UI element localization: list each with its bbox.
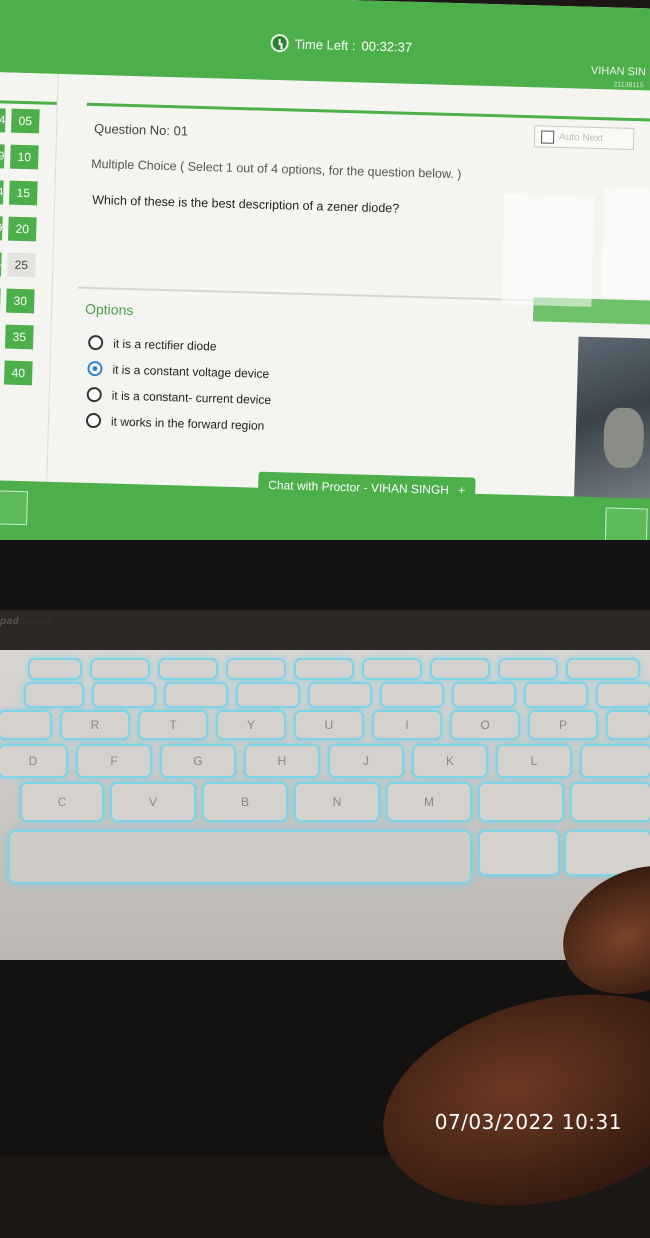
key-b: B (204, 784, 286, 820)
question-button-20[interactable]: 20 (8, 216, 37, 242)
key-n: N (296, 784, 378, 820)
question-palette (0, 71, 59, 494)
brand-sub: GAMING (19, 619, 51, 626)
key-d: D (0, 746, 66, 776)
option-label: it is a rectifier diode (112, 336, 217, 353)
laptop-screen: Time Left : 00:32:37 VIHAN SIN 21138115 … (0, 0, 650, 579)
question-type: Multiple Choice ( Select 1 out of 4 opti… (90, 156, 462, 182)
previous-button[interactable] (0, 490, 29, 526)
question-button-30[interactable]: 30 (5, 288, 35, 314)
key-r: R (62, 712, 128, 738)
brand-name: pad (0, 616, 20, 627)
timer-label: Time Left : (294, 36, 356, 53)
key-k: K (414, 746, 486, 776)
key-m: M (388, 784, 470, 820)
key-function (228, 660, 284, 678)
question-button-40[interactable]: 40 (3, 360, 33, 386)
key-t: T (140, 712, 206, 738)
key-c: C (22, 784, 102, 820)
key-h: H (246, 746, 318, 776)
plus-icon: + (458, 483, 466, 498)
clock-icon (270, 33, 289, 53)
key-function (364, 660, 420, 678)
key-q (0, 712, 50, 738)
webcam-person (602, 407, 645, 469)
key-function (92, 660, 148, 678)
key-g: G (162, 746, 234, 776)
key-number (598, 684, 650, 706)
key-y: Y (218, 712, 284, 738)
question-button-15[interactable]: 15 (9, 180, 38, 206)
timer-value: 00:32:37 (361, 37, 413, 55)
question-number: Question No: 01 (93, 120, 189, 139)
photo-timestamp: 07/03/2022 10:31 (434, 1110, 622, 1134)
key-number (166, 684, 226, 706)
question-button-10[interactable]: 10 (10, 144, 39, 170)
option-label: it works in the forward region (110, 414, 265, 433)
question-button-35[interactable]: 35 (4, 324, 34, 350)
options-title: Options (84, 300, 134, 319)
user-name: VIHAN SIN (590, 64, 647, 79)
key-function (296, 660, 352, 678)
key-period (572, 784, 650, 820)
key-number (238, 684, 298, 706)
key-l: L (498, 746, 570, 776)
next-button[interactable] (604, 507, 648, 543)
laptop-brand: padGAMING (0, 616, 51, 627)
key-number (526, 684, 586, 706)
auto-next-checkbox[interactable] (540, 129, 555, 144)
option-3[interactable]: it is a constant- current device (86, 386, 272, 407)
radio-icon[interactable] (87, 334, 104, 351)
laptop-hinge (0, 610, 650, 650)
palette-edge-digit[interactable]: 9 (0, 144, 5, 169)
key-function (160, 660, 216, 678)
key-f: F (78, 746, 150, 776)
key-j: J (330, 746, 402, 776)
key-number (382, 684, 442, 706)
key-bracket (608, 712, 650, 738)
question-button-25[interactable]: 25 (7, 252, 36, 278)
radio-icon[interactable] (86, 386, 102, 403)
key-comma (480, 784, 562, 820)
key-number (94, 684, 154, 706)
screen-glare (601, 187, 650, 299)
auto-next-toggle[interactable]: Auto Next (533, 125, 635, 151)
question-text: Which of these is the best description o… (91, 192, 400, 216)
key-function (432, 660, 488, 678)
key-i: I (374, 712, 440, 738)
key-space (10, 832, 470, 882)
key-alt (480, 832, 558, 874)
palette-edge-digit[interactable]: 4 (0, 108, 6, 133)
key-number (454, 684, 514, 706)
option-4[interactable]: it works in the forward region (85, 412, 265, 433)
option-label: it is a constant- current device (111, 388, 272, 407)
option-label: it is a constant voltage device (112, 362, 270, 381)
user-id: 21138115 (613, 81, 644, 90)
key-function (568, 660, 638, 678)
chat-label: Chat with Proctor - VIHAN SINGH (268, 477, 450, 498)
radio-selected-icon[interactable] (87, 360, 103, 377)
question-button-05[interactable]: 05 (11, 108, 40, 134)
key-o: O (452, 712, 518, 738)
webcam-feed (573, 336, 650, 509)
key-p: P (530, 712, 596, 738)
key-number (26, 684, 82, 706)
option-2[interactable]: it is a constant voltage device (87, 360, 270, 381)
option-1[interactable]: it is a rectifier diode (87, 334, 217, 354)
key-u: U (296, 712, 362, 738)
key-v: V (112, 784, 194, 820)
key-function (30, 660, 80, 678)
key-semicolon (582, 746, 650, 776)
key-number (310, 684, 370, 706)
auto-next-label: Auto Next (558, 131, 604, 144)
screen-glare (501, 194, 595, 307)
radio-icon[interactable] (85, 412, 102, 429)
content-divider (86, 102, 650, 122)
options-divider (77, 286, 548, 302)
key-function (500, 660, 556, 678)
